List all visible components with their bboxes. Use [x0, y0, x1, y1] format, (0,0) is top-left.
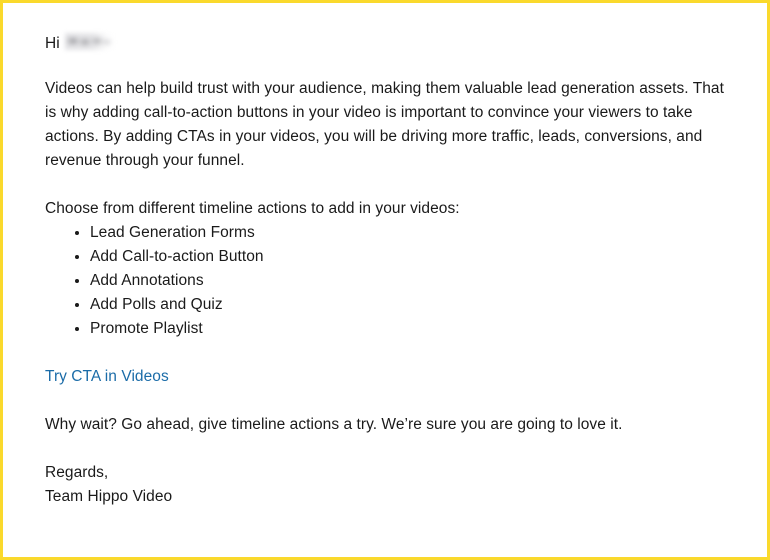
email-frame: Hi Videos can help build trust with your…: [0, 0, 770, 560]
list-item: Add Annotations: [45, 269, 737, 293]
greeting-salutation: Hi: [45, 35, 60, 52]
list-item: Add Call-to-action Button: [45, 245, 737, 269]
action-list: Lead Generation Forms Add Call-to-action…: [45, 221, 737, 341]
try-cta-in-videos-link[interactable]: Try CTA in Videos: [45, 368, 169, 385]
signature-block: Regards, Team Hippo Video: [45, 461, 737, 509]
list-item-label: Lead Generation Forms: [90, 224, 255, 241]
greeting: Hi: [45, 31, 737, 55]
list-item: Lead Generation Forms: [45, 221, 737, 245]
list-intro-text: Choose from different timeline actions t…: [45, 200, 460, 217]
cta-link-row: Try CTA in Videos: [45, 365, 737, 389]
list-item-label: Add Polls and Quiz: [90, 296, 223, 313]
list-item-label: Add Annotations: [90, 272, 204, 289]
email-body: Hi Videos can help build trust with your…: [45, 31, 737, 509]
list-item-label: Promote Playlist: [90, 320, 203, 337]
sender-name: Team Hippo Video: [45, 488, 173, 505]
bullet-icon: [75, 279, 79, 283]
bullet-icon: [75, 303, 79, 307]
list-item: Add Polls and Quiz: [45, 293, 737, 317]
closing-paragraph: Why wait? Go ahead, give timeline action…: [45, 416, 623, 433]
list-item-label: Add Call-to-action Button: [90, 248, 264, 265]
sign-off: Regards,: [45, 464, 109, 481]
bullet-icon: [75, 327, 79, 331]
bullet-icon: [75, 255, 79, 259]
body-paragraph: Videos can help build trust with your au…: [45, 80, 724, 169]
redacted-recipient-name: [64, 33, 115, 50]
bullet-icon: [75, 231, 79, 235]
list-item: Promote Playlist: [45, 317, 737, 341]
